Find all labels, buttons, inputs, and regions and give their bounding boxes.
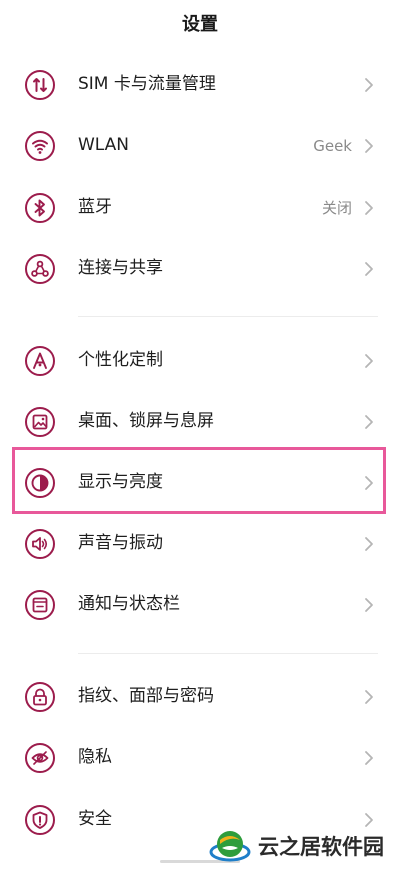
wallpaper-icon [24, 406, 56, 438]
notification-icon [24, 589, 56, 621]
watermark-logo-icon [209, 831, 251, 862]
bluetooth-icon [24, 192, 56, 224]
chevron-right-icon [365, 354, 373, 368]
settings-item-connection-sharing[interactable]: 连接与共享 [0, 241, 400, 297]
share-icon [24, 253, 56, 285]
settings-item-label: WLAN [78, 135, 130, 155]
settings-item-sim[interactable]: SIM 卡与流量管理 [0, 57, 400, 113]
page-title: 设置 [182, 14, 218, 35]
settings-item-label: 蓝牙 [78, 197, 112, 217]
personalize-icon [24, 345, 56, 377]
site-watermark: 云之居软件园 [208, 820, 398, 870]
settings-item-label: SIM 卡与流量管理 [78, 74, 216, 94]
chevron-right-icon [365, 201, 373, 215]
settings-item-notification-statusbar[interactable]: 通知与状态栏 [0, 577, 400, 633]
chevron-right-icon [365, 78, 373, 92]
wifi-icon [24, 130, 56, 162]
chevron-right-icon [365, 139, 373, 153]
settings-item-fingerprint-face-password[interactable]: 指纹、面部与密码 [0, 669, 400, 725]
sound-icon [24, 528, 56, 560]
settings-item-label: 连接与共享 [78, 258, 163, 278]
chevron-right-icon [365, 415, 373, 429]
chevron-right-icon [365, 690, 373, 704]
highlight-box [12, 447, 386, 514]
settings-item-label: 隐私 [78, 747, 112, 767]
lock-icon [24, 681, 56, 713]
settings-item-wlan[interactable]: WLAN Geek [0, 118, 400, 174]
section-divider [78, 653, 378, 654]
settings-item-label: 通知与状态栏 [78, 594, 180, 614]
settings-item-label: 声音与振动 [78, 533, 163, 553]
chevron-right-icon [365, 262, 373, 276]
watermark-text: 云之居软件园 [258, 831, 384, 861]
section-divider [78, 316, 378, 317]
settings-item-privacy[interactable]: 隐私 [0, 730, 400, 786]
wlan-network-name: Geek [313, 137, 352, 155]
chevron-right-icon [365, 751, 373, 765]
settings-item-label: 桌面、锁屏与息屏 [78, 411, 214, 431]
privacy-eye-icon [24, 742, 56, 774]
bluetooth-status: 关闭 [321, 199, 352, 217]
shield-icon [24, 804, 56, 836]
chevron-right-icon [365, 598, 373, 612]
settings-item-personalize[interactable]: 个性化定制 [0, 333, 400, 389]
settings-item-label: 个性化定制 [78, 350, 163, 370]
settings-item-sound-vibration[interactable]: 声音与振动 [0, 516, 400, 572]
settings-item-desktop-lockscreen[interactable]: 桌面、锁屏与息屏 [0, 394, 400, 450]
settings-item-bluetooth[interactable]: 蓝牙 关闭 [0, 180, 400, 236]
settings-item-label: 安全 [78, 809, 112, 829]
chevron-right-icon [365, 537, 373, 551]
settings-item-label: 指纹、面部与密码 [78, 686, 214, 706]
sim-data-icon [24, 69, 56, 101]
